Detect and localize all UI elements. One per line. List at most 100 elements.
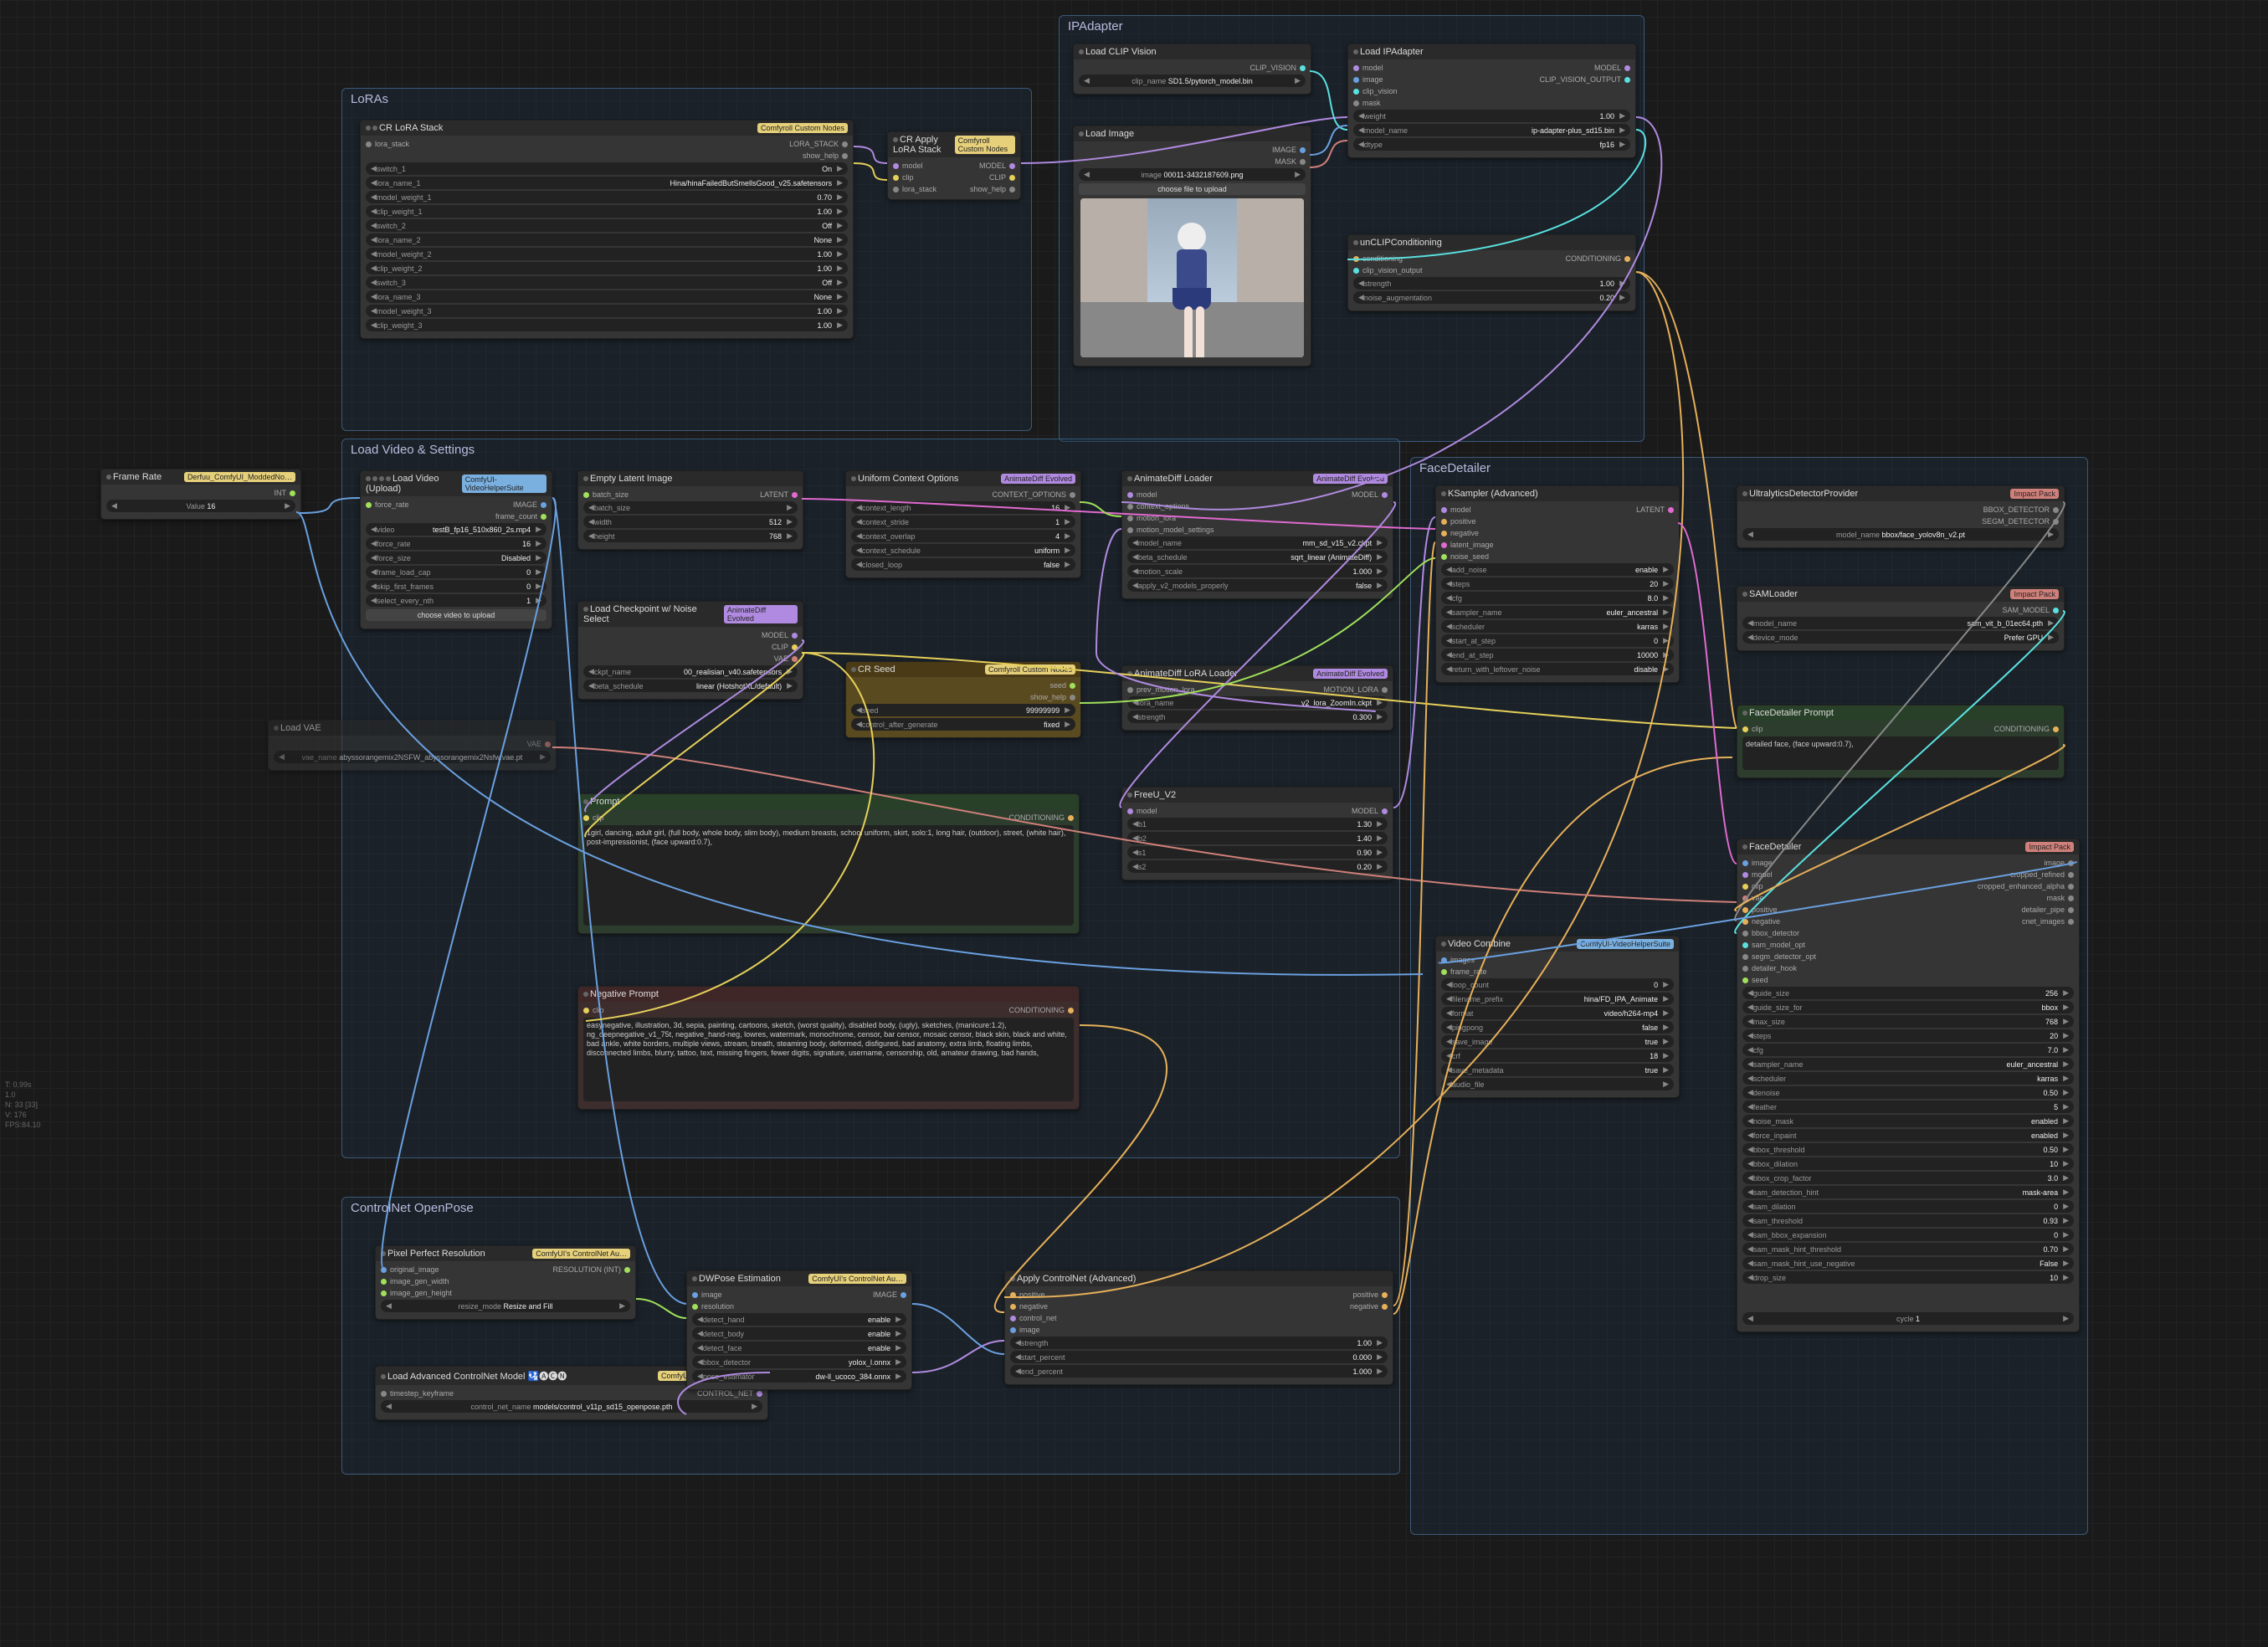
- prompt-text[interactable]: 1girl, dancing, adult girl, (full body, …: [583, 825, 1074, 926]
- widget-strength[interactable]: ◀strength1.00▶: [1353, 277, 1630, 290]
- widget-detect_face[interactable]: ◀detect_faceenable▶: [692, 1342, 906, 1354]
- widget-model_name[interactable]: ◀model_namesam_vit_b_01ec64.pth▶: [1742, 617, 2059, 629]
- clip-name-widget[interactable]: ◀clip_name SD1.5/pytorch_model.bin▶: [1079, 74, 1306, 87]
- widget-start_percent[interactable]: ◀start_percent0.000▶: [1010, 1351, 1388, 1363]
- ppr-node[interactable]: Pixel Perfect ResolutionComfyUI's Contro…: [375, 1245, 636, 1320]
- widget-control_after_generate[interactable]: ◀control_after_generatefixed▶: [851, 718, 1075, 731]
- uco-node[interactable]: Uniform Context OptionsAnimateDiff Evolv…: [845, 470, 1081, 578]
- widget-save_metadata[interactable]: ◀save_metadatatrue▶: [1441, 1064, 1674, 1076]
- widget-end_at_step[interactable]: ◀end_at_step10000▶: [1441, 649, 1674, 661]
- facedetailer-node[interactable]: FaceDetailerImpact Pack imagemodelclipva…: [1737, 839, 2080, 1332]
- neg-prompt-text[interactable]: easynegative, illustration, 3d, sepia, p…: [583, 1018, 1074, 1101]
- widget-apply_v2_models_properly[interactable]: ◀apply_v2_models_properlyfalse▶: [1127, 579, 1388, 592]
- widget-lora_name_3[interactable]: ◀lora_name_3None▶: [366, 290, 848, 303]
- ksampler-node[interactable]: KSampler (Advanced) model positive negat…: [1435, 485, 1680, 683]
- widget-switch_2[interactable]: ◀switch_2Off▶: [366, 219, 848, 232]
- widget-cfg[interactable]: ◀cfg8.0▶: [1441, 592, 1674, 604]
- video-combine-node[interactable]: Video CombineComfyUI-VideoHelperSuite im…: [1435, 936, 1680, 1098]
- vae-name-widget[interactable]: ◀vae_name abyssorangemix2NSFW_abyssorang…: [274, 751, 551, 763]
- widget-sam_mask_hint_threshold[interactable]: ◀sam_mask_hint_threshold0.70▶: [1742, 1243, 2074, 1255]
- widget-feather[interactable]: ◀feather5▶: [1742, 1101, 2074, 1113]
- widget-bbox_threshold[interactable]: ◀bbox_threshold0.50▶: [1742, 1143, 2074, 1156]
- widget-context_overlap[interactable]: ◀context_overlap4▶: [851, 530, 1075, 542]
- widget-clip_weight_3[interactable]: ◀clip_weight_31.00▶: [366, 319, 848, 331]
- load-video-node[interactable]: Load Video (Upload)ComfyUI-VideoHelperSu…: [360, 470, 552, 629]
- widget-bbox_detector[interactable]: ◀bbox_detectoryolox_l.onnx▶: [692, 1356, 906, 1368]
- widget-denoise[interactable]: ◀denoise0.50▶: [1742, 1086, 2074, 1099]
- cr-apply-lora-node[interactable]: CR Apply LoRA StackComfyroll Custom Node…: [887, 131, 1021, 200]
- widget-b1[interactable]: ◀b11.30▶: [1127, 818, 1388, 830]
- widget-add_noise[interactable]: ◀add_noiseenable▶: [1441, 563, 1674, 576]
- animatediff-loader-node[interactable]: AnimateDiff LoaderAnimateDiff Evolved mo…: [1121, 470, 1393, 599]
- empty-latent-node[interactable]: Empty Latent Image batch_sizeLATENT ◀bat…: [577, 470, 803, 550]
- widget-detect_hand[interactable]: ◀detect_handenable▶: [692, 1313, 906, 1326]
- widget-guide_size_for[interactable]: ◀guide_size_forbbox▶: [1742, 1001, 2074, 1013]
- widget-pose_estimator[interactable]: ◀pose_estimatordw-ll_ucoco_384.onnx▶: [692, 1370, 906, 1383]
- facedetailer-prompt-node[interactable]: FaceDetailer Prompt clipCONDITIONING det…: [1737, 705, 2065, 778]
- fd-cycle-widget[interactable]: ◀cycle 1▶: [1742, 1312, 2074, 1325]
- freeu-node[interactable]: FreeU_V2 modelMODEL ◀b11.30▶◀b21.40▶◀s10…: [1121, 787, 1393, 880]
- widget-noise_mask[interactable]: ◀noise_maskenabled▶: [1742, 1115, 2074, 1127]
- widget-motion_scale[interactable]: ◀motion_scale1.000▶: [1127, 565, 1388, 577]
- widget-bbox_crop_factor[interactable]: ◀bbox_crop_factor3.0▶: [1742, 1172, 2074, 1184]
- widget-strength[interactable]: ◀strength1.00▶: [1010, 1337, 1388, 1349]
- widget-strength[interactable]: ◀strength0.300▶: [1127, 711, 1388, 723]
- ultra-model-widget[interactable]: ◀model_name bbox/face_yolov8n_v2.pt▶: [1742, 528, 2059, 541]
- ppr-resize-widget[interactable]: ◀resize_mode Resize and Fill▶: [381, 1300, 630, 1312]
- widget-sam_dilation[interactable]: ◀sam_dilation0▶: [1742, 1200, 2074, 1213]
- widget-loop_count[interactable]: ◀loop_count0▶: [1441, 978, 1674, 991]
- widget-s1[interactable]: ◀s10.90▶: [1127, 846, 1388, 859]
- widget-force_inpaint[interactable]: ◀force_inpaintenabled▶: [1742, 1129, 2074, 1142]
- cr-lora-stack-node[interactable]: CR LoRA StackComfyroll Custom Nodes lora…: [360, 120, 854, 339]
- widget-max_size[interactable]: ◀max_size768▶: [1742, 1015, 2074, 1028]
- widget-seed[interactable]: ◀seed99999999▶: [851, 704, 1075, 716]
- widget-detect_body[interactable]: ◀detect_bodyenable▶: [692, 1327, 906, 1340]
- frame-rate-node[interactable]: Frame RateDerfuu_ComfyUI_ModdedNo… INT ◀…: [100, 469, 301, 520]
- widget-return_with_leftover_noise[interactable]: ◀return_with_leftover_noisedisable▶: [1441, 663, 1674, 675]
- widget-filename_prefix[interactable]: ◀filename_prefixhina/FD_IPA_Animate▶: [1441, 993, 1674, 1005]
- animatediff-lora-loader-node[interactable]: AnimateDiff LoRA LoaderAnimateDiff Evolv…: [1121, 665, 1393, 731]
- widget-crf[interactable]: ◀crf18▶: [1441, 1049, 1674, 1062]
- widget-pingpong[interactable]: ◀pingpongfalse▶: [1441, 1021, 1674, 1034]
- widget-force_rate[interactable]: ◀force_rate16▶: [366, 537, 546, 550]
- widget-ckpt_name[interactable]: ◀ckpt_name00_realisian_v40.safetensors▶: [583, 665, 798, 678]
- widget-bbox_dilation[interactable]: ◀bbox_dilation10▶: [1742, 1157, 2074, 1170]
- widget-guide_size[interactable]: ◀guide_size256▶: [1742, 987, 2074, 999]
- widget-lora_name[interactable]: ◀lora_namev2_lora_ZoomIn.ckpt▶: [1127, 696, 1388, 709]
- widget-width[interactable]: ◀width512▶: [583, 516, 798, 528]
- widget-sam_threshold[interactable]: ◀sam_threshold0.93▶: [1742, 1214, 2074, 1227]
- load-vae-node[interactable]: Load VAE VAE ◀vae_name abyssorangemix2NS…: [268, 720, 557, 771]
- widget-noise_augmentation[interactable]: ◀noise_augmentation0.20▶: [1353, 291, 1630, 304]
- widget-start_at_step[interactable]: ◀start_at_step0▶: [1441, 634, 1674, 647]
- widget-steps[interactable]: ◀steps20▶: [1441, 577, 1674, 590]
- widget-steps[interactable]: ◀steps20▶: [1742, 1029, 2074, 1042]
- widget-model_weight_3[interactable]: ◀model_weight_31.00▶: [366, 305, 848, 317]
- widget-format[interactable]: ◀formatvideo/h264-mp4▶: [1441, 1007, 1674, 1019]
- widget-clip_weight_1[interactable]: ◀clip_weight_11.00▶: [366, 205, 848, 218]
- widget-b2[interactable]: ◀b21.40▶: [1127, 832, 1388, 844]
- widget-force_size[interactable]: ◀force_sizeDisabled▶: [366, 552, 546, 564]
- load-ipadapter-node[interactable]: Load IPAdapter model image clip_vision m…: [1347, 44, 1636, 158]
- ultralytics-node[interactable]: UltralyticsDetectorProviderImpact Pack B…: [1737, 485, 2065, 548]
- unclip-node[interactable]: unCLIPConditioning conditioningclip_visi…: [1347, 234, 1636, 311]
- apply-cn-node[interactable]: Apply ControlNet (Advanced) positive neg…: [1004, 1270, 1393, 1385]
- widget-sam_bbox_expansion[interactable]: ◀sam_bbox_expansion0▶: [1742, 1229, 2074, 1241]
- widget-context_length[interactable]: ◀context_length16▶: [851, 501, 1075, 514]
- load-image-node[interactable]: Load Image IMAGE MASK ◀image 00011-34321…: [1073, 126, 1311, 367]
- widget-save_image[interactable]: ◀save_imagetrue▶: [1441, 1035, 1674, 1048]
- widget-batch_size[interactable]: ◀batch_size▶: [583, 501, 798, 514]
- widget-context_schedule[interactable]: ◀context_scheduleuniform▶: [851, 544, 1075, 557]
- widget-s2[interactable]: ◀s20.20▶: [1127, 860, 1388, 873]
- prompt-node[interactable]: Prompt clipCONDITIONING 1girl, dancing, …: [577, 793, 1080, 934]
- widget-height[interactable]: ◀height768▶: [583, 530, 798, 542]
- cn-model-widget[interactable]: ◀control_net_name models/control_v11p_sd…: [381, 1400, 762, 1413]
- widget-context_stride[interactable]: ◀context_stride1▶: [851, 516, 1075, 528]
- widget-beta_schedule[interactable]: ◀beta_schedulesqrt_linear (AnimateDiff)▶: [1127, 551, 1388, 563]
- widget-sampler_name[interactable]: ◀sampler_nameeuler_ancestral▶: [1441, 606, 1674, 618]
- dwpose-node[interactable]: DWPose EstimationComfyUI's ControlNet Au…: [686, 1270, 912, 1390]
- image-path-widget[interactable]: ◀image 00011-3432187609.png▶: [1079, 168, 1306, 181]
- load-checkpoint-node[interactable]: Load Checkpoint w/ Noise SelectAnimateDi…: [577, 601, 803, 700]
- fd-prompt-text[interactable]: detailed face, (face upward:0.7),: [1742, 736, 2059, 770]
- widget-beta_schedule[interactable]: ◀beta_schedulelinear (HotshotXL/default)…: [583, 680, 798, 692]
- widget-clip_weight_2[interactable]: ◀clip_weight_21.00▶: [366, 262, 848, 274]
